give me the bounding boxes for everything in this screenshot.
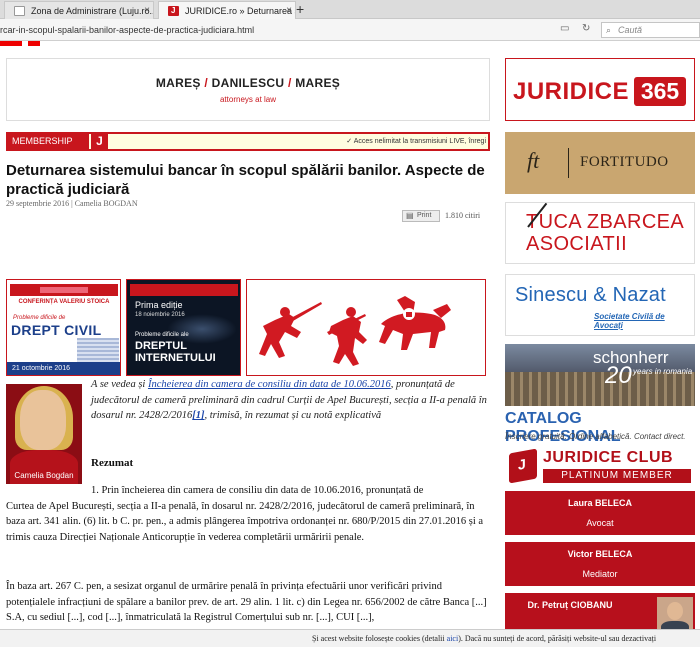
juridice-logo-strip — [10, 284, 118, 296]
fortitudo-banner[interactable]: ft FORTITUDO — [505, 132, 695, 194]
ad-conference-title: CONFERINȚA VALERIU STOICA — [18, 299, 110, 305]
browser-tabbar: Zona de Administrare (Luju.ro... × JURID… — [0, 0, 700, 19]
ad-edition: Prima ediție — [135, 300, 183, 310]
juridice-logo-strip — [130, 284, 238, 296]
close-tab-icon[interactable]: × — [286, 2, 292, 19]
article-date: 29 septembrie 2016 — [6, 199, 70, 208]
sinescu-nazat-banner[interactable]: Sinescu & Nazat Societate Civilă de Avoc… — [505, 274, 695, 336]
browser-tab-admin[interactable]: Zona de Administrare (Luju.ro... × — [4, 1, 154, 19]
incheiere-link[interactable]: Încheierea din camera de consiliu din da… — [148, 379, 391, 390]
fortitudo-logo: ft — [527, 148, 540, 173]
reload-icon[interactable]: ↻ — [582, 23, 590, 34]
tab-label: Zona de Administrare (Luju.ro... — [31, 6, 154, 16]
ad-drept-civil[interactable]: CONFERINȚA VALERIU STOICA Probleme dific… — [6, 279, 121, 376]
author-photo: Camelia Bogdan — [6, 384, 82, 484]
ad-knights-illustration[interactable] — [246, 279, 486, 376]
print-button[interactable]: Print — [402, 210, 440, 222]
knights-illustration-icon — [259, 296, 451, 366]
banner-firm-name: MAREȘ / DANILESCU / MAREȘ — [155, 76, 341, 90]
search-placeholder: Caută — [618, 25, 643, 35]
read-count: 1.810 citiri — [445, 211, 481, 220]
schonherr-banner[interactable]: schonherr 20 years in romania — [505, 344, 695, 406]
tuca-zbarcea-banner[interactable]: TUCA ZBARCEA ASOCIATII — [505, 202, 695, 264]
ad-dreptul-internetului[interactable]: Prima ediție 18 noiembrie 2016 Probleme … — [126, 279, 241, 376]
catalog-profesional-banner[interactable]: CATALOG PROFESIONAL Înscriere gratuită. … — [505, 410, 695, 448]
section-heading-rezumat: Rezumat — [91, 457, 134, 469]
article-paragraph: 1. Prin încheierea din camera de consili… — [6, 485, 484, 543]
article-author[interactable]: Camelia BOGDAN — [75, 199, 138, 208]
page-favicon-icon — [14, 6, 25, 16]
article-intro: A se vedea și Încheierea din camera de c… — [91, 379, 487, 421]
footnote-link[interactable]: [1] — [192, 410, 204, 421]
cookie-notice: Și acest website folosește cookies (deta… — [0, 629, 700, 647]
browser-tab-juridice[interactable]: JURIDICE.ro » Deturnarea s... × — [158, 1, 296, 19]
building-image — [505, 372, 695, 406]
close-tab-icon[interactable]: × — [144, 2, 150, 19]
juridice-club-banner[interactable]: JURIDICE CLUB PLATINUM MEMBER — [505, 447, 695, 487]
ad-headline: DREPT CIVIL — [11, 322, 102, 338]
browser-search-box[interactable]: ⌕ Caută — [601, 22, 700, 38]
search-icon: ⌕ — [606, 25, 612, 35]
article-paragraph: În baza art. 267 C. pen, a sesizat organ… — [6, 581, 487, 623]
member-card[interactable]: Laura BELECA Avocat — [505, 491, 695, 535]
url-field[interactable]: rcar-in-scopul-spalarii-banilor-aspecte-… — [0, 22, 552, 38]
ad-date: 18 noiembrie 2016 — [135, 312, 185, 318]
membership-label: MEMBERSHIP — [8, 134, 89, 149]
member-card[interactable]: Victor BELECA Mediator — [505, 542, 695, 586]
author-photo-caption: Camelia Bogdan — [14, 471, 74, 480]
ad-probleme-label: Probleme dificile ale — [135, 332, 189, 338]
cookie-details-link[interactable]: aici — [447, 634, 459, 643]
browser-urlbar: rcar-in-scopul-spalarii-banilor-aspecte-… — [0, 19, 700, 41]
ad-headline: DREPTUL INTERNETULUI — [135, 340, 216, 364]
law-firm-banner[interactable]: MAREȘ / DANILESCU / MAREȘ attorneys at l… — [6, 58, 490, 121]
juridice365-banner[interactable]: JURIDICE 365 — [505, 58, 695, 121]
article-meta: 29 septembrie 2016 | Camelia BOGDAN — [6, 199, 138, 208]
membership-bar[interactable]: MEMBERSHIP J ✓ Acces nelimitat la transm… — [6, 132, 490, 151]
juridice-book-icon — [509, 448, 537, 484]
ad-date: 21 octombrie 2016 — [7, 362, 120, 375]
banner-subtitle: attorneys at law — [219, 95, 277, 104]
juridice-favicon-icon — [168, 2, 179, 19]
new-tab-button[interactable]: + — [296, 0, 304, 18]
ad-probleme-label: Probleme dificile de — [13, 315, 66, 321]
page-content: MAREȘ / DANILESCU / MAREȘ attorneys at l… — [0, 41, 700, 647]
membership-ticker: ✓ Acces nelimitat la transmisiuni LIVE, … — [346, 138, 486, 145]
reader-view-icon[interactable]: ▭ — [560, 23, 569, 34]
juridice-j-icon: J — [89, 134, 108, 149]
top-logo-strip — [0, 41, 45, 47]
article-title: Deturnarea sistemului bancar în scopul s… — [6, 162, 485, 198]
building-image — [77, 338, 119, 364]
tab-label: JURIDICE.ro » Deturnarea s... — [185, 6, 296, 16]
